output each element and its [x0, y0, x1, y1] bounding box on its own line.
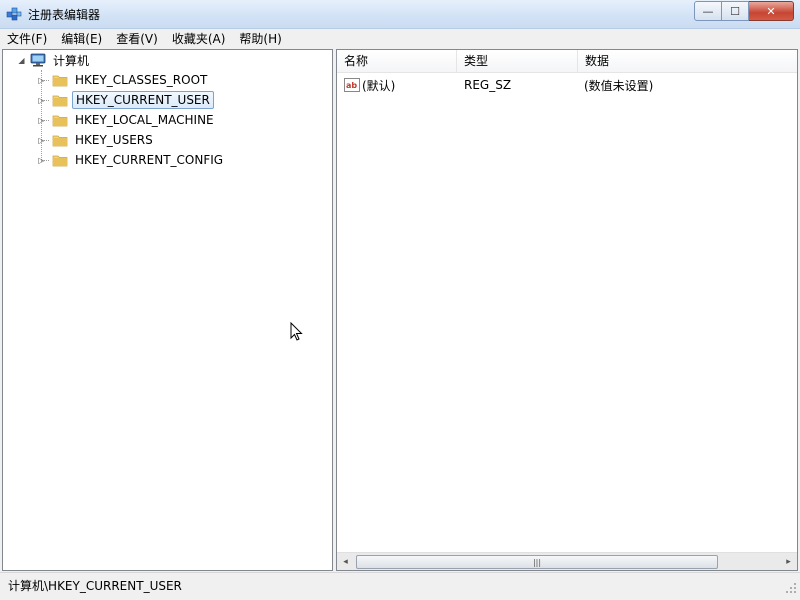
collapse-arrow-icon[interactable]: ◢ — [17, 56, 26, 65]
main-panes: ◢ 计算机 ▷ HKEY_CLASSES_ROOT ▷ HKEY_CURRENT… — [2, 49, 798, 571]
value-data: (数值未设置) — [584, 78, 654, 93]
scroll-right-button[interactable]: ▸ — [780, 553, 797, 570]
regedit-app-icon — [6, 7, 22, 21]
column-header-row: 名称 类型 数据 — [337, 50, 797, 73]
value-name-cell: ab (默认) — [337, 77, 464, 94]
status-path: 计算机\HKEY_CURRENT_USER — [8, 579, 182, 593]
expand-arrow-icon[interactable]: ▷ — [37, 136, 46, 145]
tree-item-label: HKEY_CURRENT_USER — [72, 91, 214, 109]
menu-help[interactable]: 帮助(H) — [232, 29, 288, 49]
folder-icon — [52, 75, 68, 87]
value-name: (默认) — [362, 78, 396, 93]
menu-view[interactable]: 查看(V) — [109, 29, 165, 49]
value-type: REG_SZ — [464, 78, 512, 92]
svg-text:ab: ab — [346, 81, 357, 90]
tree-item-label: 计算机 — [53, 53, 90, 68]
menu-bar: 文件(F) 编辑(E) 查看(V) 收藏夹(A) 帮助(H) — [0, 29, 800, 49]
tree-item-hkey-local-machine[interactable]: ▷ HKEY_LOCAL_MACHINE — [37, 110, 217, 130]
folder-icon — [52, 95, 68, 107]
menu-favorites[interactable]: 收藏夹(A) — [165, 29, 233, 49]
registry-tree[interactable]: ◢ 计算机 ▷ HKEY_CLASSES_ROOT ▷ HKEY_CURRENT… — [2, 49, 333, 571]
close-button[interactable]: ✕ — [749, 1, 794, 21]
minimize-button[interactable]: — — [694, 1, 722, 21]
folder-icon — [52, 135, 68, 147]
expand-arrow-icon[interactable]: ▷ — [37, 156, 46, 165]
expand-arrow-icon[interactable]: ▷ — [37, 116, 46, 125]
chevron-right-icon: ▸ — [786, 556, 791, 567]
computer-icon — [30, 53, 46, 67]
chevron-left-icon: ◂ — [343, 556, 348, 567]
mouse-cursor-icon — [290, 322, 303, 341]
tree-item-label: HKEY_CURRENT_CONFIG — [75, 153, 224, 167]
expand-arrow-icon[interactable]: ▷ — [37, 76, 46, 85]
column-header-data[interactable]: 数据 — [578, 50, 797, 72]
close-icon: ✕ — [766, 4, 776, 18]
tree-item-hkey-users[interactable]: ▷ HKEY_USERS — [37, 130, 156, 150]
tree-item-label: HKEY_LOCAL_MACHINE — [75, 113, 214, 127]
grip-icon: ||| — [532, 557, 542, 567]
folder-icon — [52, 115, 68, 127]
values-list[interactable]: 名称 类型 数据 ab (默认) REG_SZ (数值未设置) ◂ ||| ▸ — [336, 49, 798, 571]
maximize-icon: ☐ — [730, 4, 740, 18]
scroll-left-button[interactable]: ◂ — [337, 553, 354, 570]
tree-item-label: HKEY_CLASSES_ROOT — [75, 73, 208, 87]
window-title: 注册表编辑器 — [28, 8, 101, 22]
tree-item-hkey-current-user[interactable]: ▷ HKEY_CURRENT_USER — [37, 90, 214, 110]
tree-item-hkey-current-config[interactable]: ▷ HKEY_CURRENT_CONFIG — [37, 150, 226, 170]
window-controls: — ☐ ✕ — [694, 1, 794, 21]
minimize-icon: — — [702, 4, 714, 18]
menu-file[interactable]: 文件(F) — [0, 29, 54, 49]
string-value-icon: ab — [344, 78, 360, 92]
status-bar: 计算机\HKEY_CURRENT_USER — [0, 572, 800, 597]
menu-edit[interactable]: 编辑(E) — [54, 29, 109, 49]
folder-icon — [52, 155, 68, 167]
column-header-type[interactable]: 类型 — [457, 50, 578, 72]
scrollbar-thumb[interactable]: ||| — [356, 555, 718, 569]
expand-arrow-icon[interactable]: ▷ — [37, 96, 46, 105]
value-row[interactable]: ab (默认) REG_SZ (数值未设置) — [337, 75, 797, 95]
tree-item-computer[interactable]: ◢ 计算机 — [17, 50, 92, 70]
title-bar[interactable]: 注册表编辑器 — ☐ ✕ — [0, 0, 800, 29]
horizontal-scrollbar[interactable]: ◂ ||| ▸ — [337, 552, 797, 570]
tree-item-label: HKEY_USERS — [75, 133, 153, 147]
maximize-button[interactable]: ☐ — [722, 1, 749, 21]
resize-grip-icon[interactable] — [785, 582, 797, 594]
column-header-name[interactable]: 名称 — [337, 50, 457, 72]
registry-editor-window: 注册表编辑器 — ☐ ✕ 文件(F) 编辑(E) 查看(V) 收藏夹(A) 帮助… — [0, 0, 800, 600]
tree-item-hkey-classes-root[interactable]: ▷ HKEY_CLASSES_ROOT — [37, 70, 210, 90]
